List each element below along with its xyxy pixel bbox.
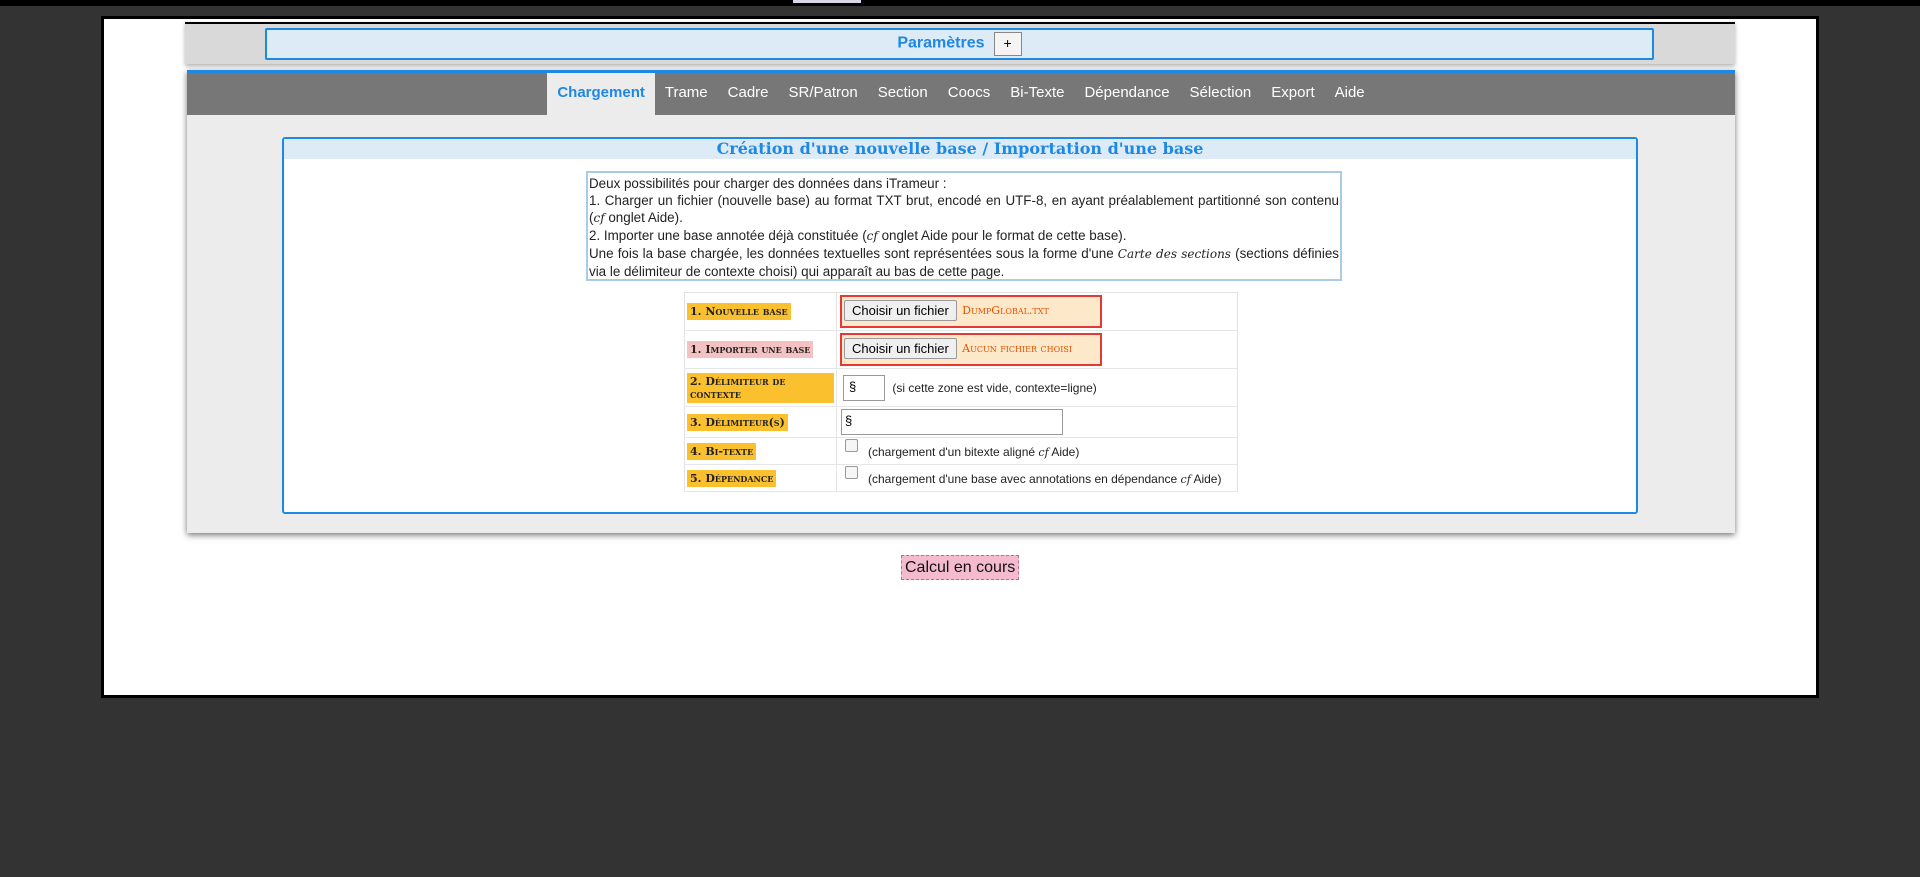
tab-selection[interactable]: Sélection [1180,73,1262,115]
row-import-base: 1. Importer une base Choisir un fichier … [684,330,1238,369]
desc-line-2: 1. Charger un fichier (nouvelle base) au… [589,193,1339,225]
main-panel: Chargement Trame Cadre SR/Patron Section Cooc… [187,70,1735,533]
context-delimiter-hint: (si cette zone est vide, contexte=ligne) [892,380,1097,395]
row-dependance: 5. Dépendance (chargement d'une base ave… [684,464,1238,492]
tab-bar: Chargement Trame Cadre SR/Patron Section Cooc… [187,73,1735,115]
description-box: Deux possibilités pour charger des donné… [586,171,1342,281]
label-import-base: 1. Importer une base [687,341,814,358]
tab-dependance[interactable]: Dépendance [1074,73,1179,115]
bitext-checkbox[interactable] [845,439,858,453]
browser-top-strip [0,0,1920,6]
params-expand-button[interactable]: + [993,31,1022,56]
tab-chargement[interactable]: Chargement [547,73,655,115]
dependance-hint: (chargement d'une base avec annotations … [868,471,1222,486]
creation-title: Création d'une nouvelle base / Importati… [284,139,1636,159]
label-dependance: 5. Dépendance [687,469,777,487]
row-bitext: 4. Bi-texte (chargement d'un bitexte ali… [684,437,1238,465]
tab-sr-patron[interactable]: SR/Patron [779,73,868,115]
browser-tab-indicator [793,0,861,3]
import-base-choose-file-button[interactable]: Choisir un fichier [844,338,957,359]
desc-line-3: 2. Importer une base annotée déjà consti… [589,228,1127,243]
tab-section[interactable]: Section [868,73,938,115]
tab-trame[interactable]: Trame [655,73,718,115]
tab-aide[interactable]: Aide [1325,73,1375,115]
label-bitext: 4. Bi-texte [687,442,757,460]
tab-coocs[interactable]: Coocs [938,73,1001,115]
context-delimiter-input[interactable]: § [843,374,885,401]
row-delimiters: 3. Délimiteur(s) § [684,406,1238,438]
new-base-file-box: Choisir un fichier DumpGlobal.txt [840,295,1102,328]
new-base-file-name: DumpGlobal.txt [962,304,1049,317]
dependance-checkbox[interactable] [845,466,858,480]
params-title: Paramètres [897,34,985,52]
creation-panel: Création d'une nouvelle base / Importati… [282,137,1638,514]
import-base-file-name: Aucun fichier choisi [962,342,1073,355]
row-context-delimiter: 2. Délimiteur de contexte § (si cette zo… [684,368,1238,407]
load-form: 1. Nouvelle base Choisir un fichier Dump… [684,292,1238,492]
row-new-base: 1. Nouvelle base Choisir un fichier Dump… [684,292,1238,331]
new-base-choose-file-button[interactable]: Choisir un fichier [844,300,957,321]
desc-line-4: Une fois la base chargée, les données te… [589,246,1339,279]
bitext-hint: (chargement d'un bitexte aligné cf Aide) [868,444,1080,459]
params-header: Paramètres + [265,28,1654,60]
label-context-delimiter: 2. Délimiteur de contexte [687,372,834,403]
tab-export[interactable]: Export [1261,73,1324,115]
status-calcul-en-cours: Calcul en cours [901,555,1020,580]
tab-bi-texte[interactable]: Bi-Texte [1000,73,1074,115]
delimiters-input[interactable]: § [841,409,1063,435]
tab-cadre[interactable]: Cadre [718,73,779,115]
desc-line-1: Deux possibilités pour charger des donné… [589,176,947,191]
label-delimiters: 3. Délimiteur(s) [687,413,788,431]
label-new-base: 1. Nouvelle base [687,303,791,320]
import-base-file-box: Choisir un fichier Aucun fichier choisi [840,333,1102,366]
params-bar: Paramètres + [185,22,1735,64]
